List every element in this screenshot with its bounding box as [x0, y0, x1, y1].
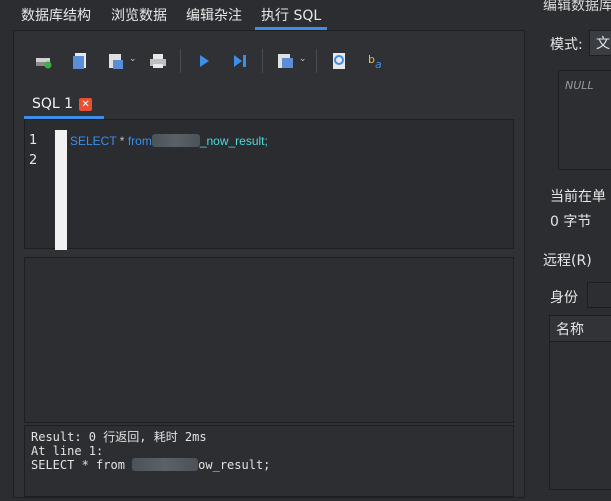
identity-select[interactable] [587, 282, 611, 308]
redacted-text [132, 458, 199, 471]
line-number: 1 [29, 133, 38, 148]
result-query: SELECT * from ow_result; [31, 458, 271, 472]
tab-edit-pragmas[interactable]: 编辑杂注 [186, 5, 242, 30]
tab-execute-sql[interactable]: 执行 SQL [254, 5, 328, 30]
svg-text:b: b [368, 53, 375, 66]
toolbar-separator [180, 49, 181, 73]
results-grid[interactable] [24, 257, 514, 423]
sql-toolbar: ⌄ ⌄ ba [14, 31, 524, 87]
sql-keyword: SELECT [70, 134, 117, 148]
toolbar-separator [262, 49, 263, 73]
print-icon[interactable] [148, 51, 168, 71]
sql-code-line: SELECT * from _now_result; [70, 134, 268, 148]
sql-tab-label: SQL 1 [32, 96, 74, 112]
svg-text:a: a [375, 58, 382, 70]
find-replace-icon[interactable]: ba [366, 51, 386, 71]
sql-star: * [116, 134, 128, 148]
mode-label: 模式: [550, 37, 583, 53]
open-file-icon[interactable] [70, 51, 90, 71]
results-chevron-down-icon[interactable]: ⌄ [299, 54, 307, 64]
tab-sql-1[interactable]: SQL 1 ✕ [24, 91, 100, 117]
editor-margin [55, 130, 67, 250]
execute-sql-panel: ⌄ ⌄ ba SQL 1 ✕ 1 2 SELECT * from _now_re… [13, 30, 525, 498]
panel-title: 编辑数据库 [543, 0, 611, 14]
result-message-pane: Result: 0 行返回, 耗时 2ms At line 1: SELECT … [24, 425, 514, 497]
main-tabbar: 数据库结构 浏览数据 编辑杂注 执行 SQL [0, 0, 530, 30]
execute-line-icon[interactable] [230, 51, 250, 71]
identity-label: 身份 [550, 290, 578, 306]
toolbar-separator [316, 49, 317, 73]
result-line-info: At line 1: [31, 444, 104, 458]
current-cell-label: 当前在单 [550, 189, 606, 205]
remote-section-title: 远程(R) [543, 253, 592, 269]
sql-editor[interactable]: 1 2 SELECT * from _now_result; [24, 119, 514, 250]
line-number: 2 [29, 153, 38, 168]
cell-value-editor[interactable]: NULL [558, 70, 611, 170]
save-chevron-down-icon[interactable]: ⌄ [129, 54, 137, 64]
sql-keyword-from: from [127, 134, 152, 148]
sql-table-name: _now_result; [199, 134, 268, 148]
app-window: 数据库结构 浏览数据 编辑杂注 执行 SQL ⌄ ⌄ b a SQL 1 ✕ 1… [0, 0, 611, 501]
find-icon[interactable] [330, 51, 350, 71]
tab-database-structure[interactable]: 数据库结构 [21, 5, 91, 30]
close-icon[interactable]: ✕ [79, 97, 93, 111]
result-status: Result: 0 行返回, 耗时 2ms [31, 430, 207, 444]
line-number-gutter: 1 2 [25, 120, 55, 248]
mode-select[interactable]: 文 [589, 30, 611, 56]
null-placeholder: NULL [565, 79, 594, 92]
byte-count: 0 字节 [550, 214, 592, 230]
execute-icon[interactable] [194, 51, 214, 71]
edit-cell-panel: 编辑数据库 模式: 文 NULL 当前在单 0 字节 远程(R) 身份 名称 [530, 0, 611, 501]
open-tab-icon[interactable] [34, 51, 54, 71]
tab-browse-data[interactable]: 浏览数据 [111, 5, 167, 30]
column-header-name[interactable]: 名称 [550, 316, 611, 342]
save-results-icon[interactable] [276, 51, 296, 71]
save-icon[interactable] [106, 51, 126, 71]
remote-table[interactable]: 名称 [549, 315, 611, 490]
redacted-text [151, 134, 200, 147]
